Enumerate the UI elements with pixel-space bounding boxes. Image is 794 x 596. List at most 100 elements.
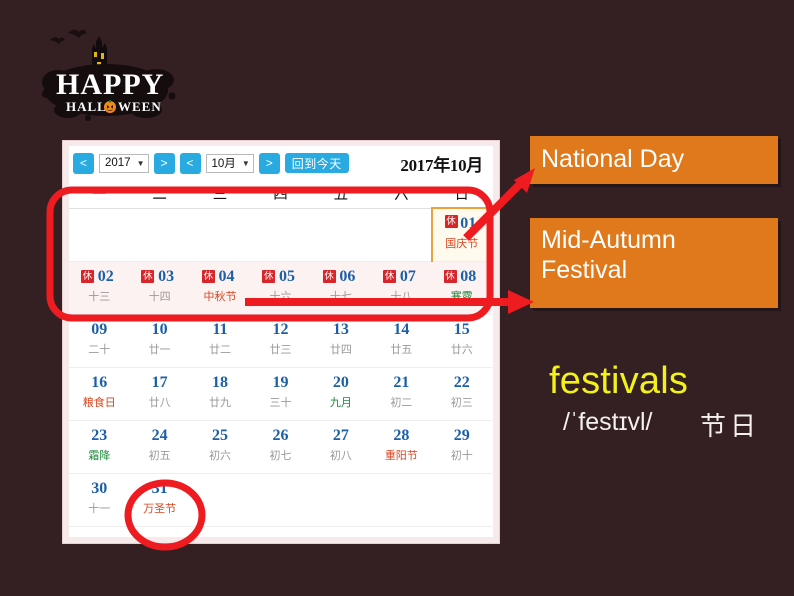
year-select[interactable]: 2017 ▼	[99, 153, 149, 173]
day-lunar-label: 廿三	[269, 342, 292, 356]
calendar-cell-day-20[interactable]: 20 九月	[310, 367, 372, 421]
svg-text:HALL: HALL	[66, 99, 107, 114]
day-number: 09	[91, 320, 108, 338]
next-month-button[interactable]: >	[258, 152, 280, 174]
calendar-cell-day-21[interactable]: 21 初二	[371, 367, 432, 421]
day-lunar-label: 重阳节	[384, 448, 418, 462]
calendar-cell-empty	[431, 473, 492, 527]
prev-year-button[interactable]: <	[73, 152, 94, 174]
calendar-cell-empty	[129, 208, 190, 262]
rest-badge: 休	[444, 215, 458, 228]
day-number: 05	[278, 267, 295, 285]
calendar-cell-day-18[interactable]: 18 廿九	[189, 367, 251, 421]
vocab-word: festivals	[549, 360, 689, 402]
calendar-cell-day-12[interactable]: 12 廿三	[250, 314, 311, 368]
day-number: 10	[151, 320, 168, 338]
calendar-cell-day-02[interactable]: 休 02 十三	[69, 261, 130, 315]
calendar-widget: < 2017 ▼ > < 10月 ▼ > 回到今天 2017年10月 一二三四五…	[62, 140, 500, 544]
day-number: 30	[91, 479, 108, 497]
calendar-cell-day-08[interactable]: 休 08 寒露	[431, 261, 492, 315]
day-number: 01	[460, 215, 477, 232]
day-lunar-label: 十六	[269, 289, 292, 303]
weekday-header-1: 二	[129, 180, 190, 209]
rest-badge: 休	[322, 269, 336, 283]
day-number: 07	[399, 267, 416, 285]
calendar-cell-empty	[371, 208, 432, 262]
calendar-cell-day-14[interactable]: 14 廿五	[371, 314, 432, 368]
calendar-cell-day-26[interactable]: 26 初七	[250, 420, 311, 474]
calendar-cell-day-29[interactable]: 29 初十	[431, 420, 492, 474]
calendar-cell-empty	[250, 208, 311, 262]
calendar-cell-day-01[interactable]: 休 01 国庆节	[430, 207, 494, 262]
calendar-cell-empty	[310, 208, 372, 262]
day-number: 11	[212, 320, 228, 338]
calendar-cell-day-06[interactable]: 休 06 十七	[310, 261, 372, 315]
weekday-header-3: 四	[250, 180, 311, 209]
day-number: 13	[332, 320, 349, 338]
calendar-cell-empty	[189, 208, 251, 262]
calendar-cell-day-05[interactable]: 休 05 十六	[250, 261, 311, 315]
calendar-cell-day-16[interactable]: 16 粮食日	[69, 367, 130, 421]
calendar-cell-day-19[interactable]: 19 三十	[250, 367, 311, 421]
calendar-cell-day-30[interactable]: 30 十一	[69, 473, 130, 527]
calendar-week-row: 休 01 国庆节	[69, 207, 494, 262]
calendar-cell-day-27[interactable]: 27 初八	[310, 420, 372, 474]
day-lunar-label: 十一	[88, 501, 111, 515]
calendar-cell-day-07[interactable]: 休 07 十八	[371, 261, 432, 315]
calendar-cell-day-13[interactable]: 13 廿四	[310, 314, 372, 368]
weekday-header-row: 一二三四五六日	[69, 180, 492, 209]
calendar-week-row: 09 二十 10 廿一 11 廿二 12 廿三 13 廿四 14 廿五 15 廿六	[69, 314, 492, 368]
calendar-cell-day-11[interactable]: 11 廿二	[189, 314, 251, 368]
day-lunar-label: 廿二	[209, 342, 232, 356]
day-lunar-label: 廿九	[209, 395, 232, 409]
day-number: 02	[97, 267, 114, 285]
month-select[interactable]: 10月 ▼	[205, 153, 254, 173]
weekday-header-6: 日	[431, 180, 492, 209]
day-lunar-label: 廿一	[148, 342, 171, 356]
day-lunar-label: 初八	[329, 448, 352, 462]
weekday-header-2: 三	[189, 180, 251, 209]
day-number: 22	[453, 373, 470, 391]
calendar-cell-day-23[interactable]: 23 霜降	[69, 420, 130, 474]
day-lunar-label: 廿四	[329, 342, 352, 356]
calendar-cell-empty	[310, 473, 372, 527]
next-year-button[interactable]: >	[153, 152, 175, 174]
calendar-title: 2017年10月	[400, 155, 483, 175]
calendar-week-row: 16 粮食日 17 廿八 18 廿九 19 三十 20 九月 21 初二 22 初三	[69, 367, 492, 421]
calendar-cell-day-28[interactable]: 28 重阳节	[371, 420, 432, 474]
day-lunar-label: 国庆节	[445, 237, 479, 250]
tag-mid-autumn-line2: Festival	[541, 255, 628, 284]
day-number: 14	[393, 320, 410, 338]
prev-month-button[interactable]: <	[179, 152, 201, 174]
calendar-cell-day-25[interactable]: 25 初六	[189, 420, 251, 474]
day-number: 28	[393, 426, 410, 444]
rest-badge: 休	[443, 269, 457, 283]
calendar-cell-day-17[interactable]: 17 廿八	[129, 367, 190, 421]
calendar-body: 休 01 国庆节休 02 十三休 03 十四休 04 中秋节休 05 十六休 06 十七休 07 十八休 08…	[69, 207, 494, 527]
calendar-cell-day-04[interactable]: 休 04 中秋节	[189, 261, 251, 315]
calendar-week-row: 23 霜降 24 初五 25 初六 26 初七 27 初八 28 重阳节 29 初十	[69, 420, 492, 474]
rest-badge: 休	[262, 269, 276, 283]
day-number: 25	[212, 426, 229, 444]
calendar-cell-day-15[interactable]: 15 廿六	[431, 314, 492, 368]
day-lunar-label: 初十	[450, 448, 473, 462]
rest-badge: 休	[81, 269, 94, 283]
day-lunar-label: 廿八	[148, 395, 171, 409]
calendar-cell-day-09[interactable]: 09 二十	[69, 314, 130, 368]
day-lunar-label: 寒露	[450, 289, 473, 303]
calendar-cell-day-10[interactable]: 10 廿一	[129, 314, 190, 368]
day-number: 19	[272, 373, 289, 391]
calendar-week-row: 30 十一 31 万圣节	[69, 473, 492, 527]
back-to-today-button[interactable]: 回到今天	[284, 153, 349, 173]
day-lunar-label: 万圣节	[143, 501, 177, 515]
calendar-cell-day-22[interactable]: 22 初三	[431, 367, 492, 421]
svg-text:HAPPY: HAPPY	[56, 68, 164, 101]
day-lunar-label: 十四	[148, 289, 171, 303]
day-number: 15	[453, 320, 470, 338]
calendar-cell-day-24[interactable]: 24 初五	[129, 420, 190, 474]
calendar-cell-day-03[interactable]: 休 03 十四	[129, 261, 190, 315]
calendar-cell-day-31[interactable]: 31 万圣节	[129, 473, 190, 527]
tag-mid-autumn-festival: Mid-Autumn Festival	[530, 218, 778, 308]
day-lunar-label: 三十	[269, 395, 292, 409]
day-lunar-label: 初三	[450, 395, 473, 409]
